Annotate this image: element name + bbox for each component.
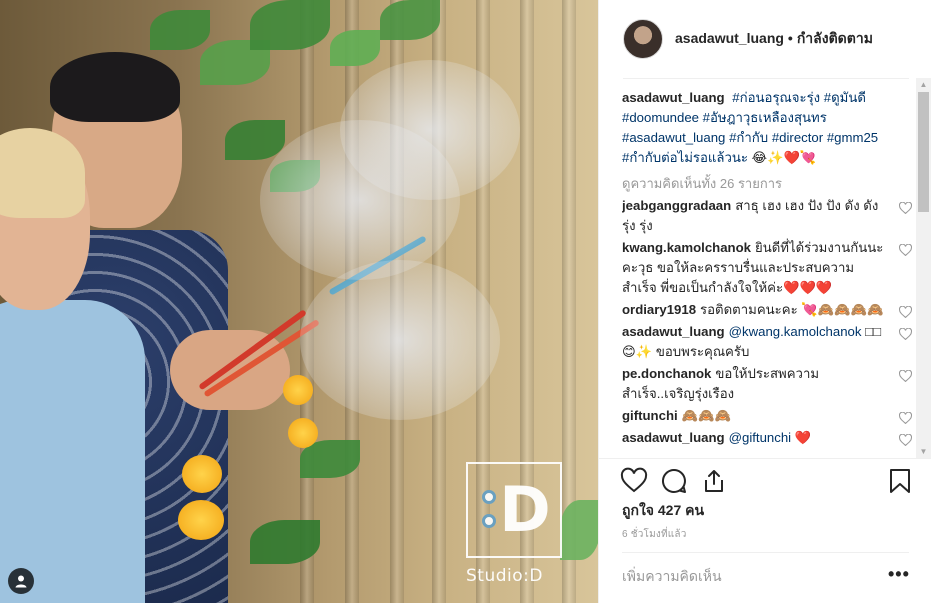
- divider: [622, 552, 909, 553]
- hashtag-link[interactable]: #ดูมันดี: [824, 90, 866, 105]
- comment-username[interactable]: asadawut_luang: [622, 324, 725, 339]
- header-username[interactable]: asadawut_luang: [675, 30, 784, 46]
- scroll-down-arrow-icon[interactable]: ▼: [919, 447, 928, 456]
- comment-like-heart-icon[interactable]: [899, 412, 912, 424]
- man-hair: [50, 52, 180, 122]
- bookmark-icon[interactable]: [886, 467, 914, 495]
- hashtag-link[interactable]: #asadawut_luang: [622, 130, 725, 145]
- tagged-users-icon[interactable]: [8, 568, 34, 594]
- comment-item: kwang.kamolchanok ยินดีที่ได้ร่วมงานกันนะ…: [622, 238, 914, 298]
- hashtag-link[interactable]: #ก่อนอรุณจะรุ่ง: [732, 90, 820, 105]
- comments-scrollbar[interactable]: ▲ ▼: [916, 78, 931, 458]
- watermark-letter: D: [499, 473, 551, 546]
- post-caption: asadawut_luang #ก่อนอรุณจะรุ่ง #ดูมันดี …: [622, 88, 914, 168]
- add-comment-input[interactable]: เพิ่มความคิดเห็น: [622, 566, 722, 588]
- scrollbar-thumb[interactable]: [918, 92, 929, 212]
- post-photo[interactable]: D Studio:D: [0, 0, 598, 603]
- comment-text: ❤️: [794, 430, 812, 445]
- comment-like-heart-icon[interactable]: [899, 202, 912, 214]
- share-icon[interactable]: [700, 467, 728, 495]
- divider: [623, 78, 909, 79]
- hashtag-link[interactable]: #อัษฎาวุธเหลืองสุนทร: [703, 110, 827, 125]
- comment-username[interactable]: ordiary1918: [622, 302, 696, 317]
- comment-username[interactable]: kwang.kamolchanok: [622, 240, 751, 255]
- hashtag-link[interactable]: #กำกับต่อไม่รอแล้วนะ: [622, 150, 748, 165]
- hashtag-link[interactable]: #doomundee: [622, 110, 699, 125]
- watermark-text: Studio:D: [466, 566, 543, 586]
- leaf: [330, 30, 380, 66]
- leaf: [250, 0, 330, 50]
- comment-item: giftunchi 🙈🙈🙈: [622, 406, 914, 426]
- leaf: [225, 120, 285, 160]
- leaf: [380, 0, 440, 40]
- incense-smoke: [300, 260, 500, 420]
- comment-mention-link[interactable]: @kwang.kamolchanok: [729, 324, 862, 339]
- praying-hands: [170, 330, 290, 410]
- more-options-button[interactable]: •••: [888, 564, 910, 585]
- leaf: [560, 500, 598, 560]
- post-timestamp: 6 ชั่วโมงที่แล้ว: [622, 529, 687, 540]
- comment-bubble-icon[interactable]: [660, 467, 688, 495]
- comment-text: 🙈🙈🙈: [681, 408, 731, 423]
- marigold-garland: [182, 455, 222, 493]
- watermark-colon: [482, 490, 498, 534]
- leaf: [250, 520, 320, 564]
- marigold-garland: [283, 375, 313, 405]
- comment-like-heart-icon[interactable]: [899, 370, 912, 382]
- hashtag-link[interactable]: #กำกับ: [729, 130, 768, 145]
- comment-mention-link[interactable]: @giftunchi: [729, 430, 792, 445]
- comment-item: pe.donchanok ขอให้ประสพความสำเร็จ..เจริญร…: [622, 364, 914, 404]
- leaf: [150, 10, 210, 50]
- view-all-comments-link[interactable]: ดูความคิดเห็นทั้ง 26 รายการ: [622, 174, 914, 194]
- comment-username[interactable]: giftunchi: [622, 408, 678, 423]
- action-bar: [620, 465, 912, 497]
- comment-like-heart-icon[interactable]: [899, 328, 912, 340]
- hashtag-link[interactable]: #gmm25: [827, 130, 878, 145]
- comment-username[interactable]: pe.donchanok: [622, 366, 711, 381]
- marigold-garland: [178, 500, 224, 540]
- likes-count[interactable]: ถูกใจ 427 คน: [622, 500, 704, 522]
- caption-username[interactable]: asadawut_luang: [622, 90, 725, 105]
- scroll-up-arrow-icon[interactable]: ▲: [919, 80, 928, 89]
- comments-scroll-area[interactable]: asadawut_luang #ก่อนอรุณจะรุ่ง #ดูมันดี …: [622, 88, 914, 458]
- incense-smoke: [340, 60, 520, 200]
- divider: [598, 458, 931, 459]
- comment-username[interactable]: jeabganggradaan: [622, 198, 731, 213]
- header-separator: •: [787, 30, 793, 46]
- hashtag-link[interactable]: #director: [772, 130, 823, 145]
- comment-item: asadawut_luang @kwang.kamolchanok □□😊✨ ขอ…: [622, 322, 914, 362]
- comment-like-heart-icon[interactable]: [899, 434, 912, 446]
- avatar[interactable]: [623, 19, 663, 59]
- comment-item: asadawut_luang @giftunchi ❤️: [622, 428, 914, 448]
- comment-like-heart-icon[interactable]: [899, 244, 912, 256]
- post-header: asadawut_luang • กำลังติดตาม: [599, 0, 931, 78]
- comment-text: รอติดตามคนะคะ 💘🙈🙈🙈🙈: [700, 302, 884, 317]
- comment-item: jeabganggradaan สาธุ เฮง เฮง ปัง ปัง ดัง …: [622, 196, 914, 236]
- like-heart-icon[interactable]: [620, 467, 648, 495]
- marigold-garland: [288, 418, 318, 448]
- comment-like-heart-icon[interactable]: [899, 306, 912, 318]
- following-button[interactable]: กำลังติดตาม: [797, 30, 873, 46]
- caption-emoji: 😂✨❤️💘: [751, 150, 817, 165]
- comment-item: ordiary1918 รอติดตามคนะคะ 💘🙈🙈🙈🙈: [622, 300, 914, 320]
- woman-shirt: [0, 300, 145, 603]
- studio-d-watermark: D: [466, 462, 562, 558]
- comment-username[interactable]: asadawut_luang: [622, 430, 725, 445]
